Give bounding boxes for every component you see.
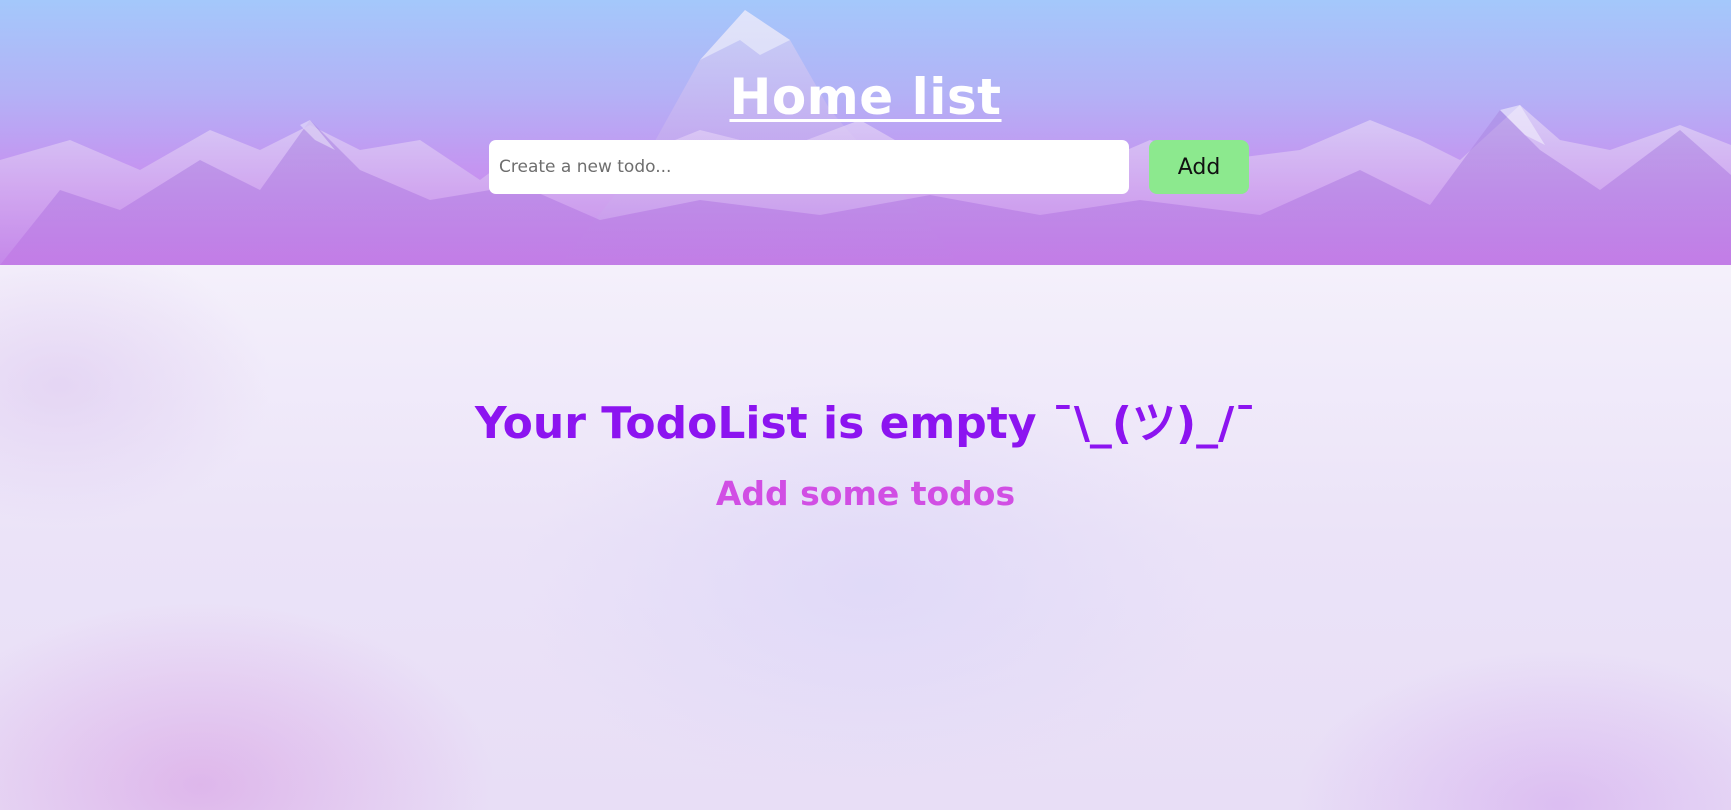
add-todo-button[interactable]: Add <box>1149 140 1249 194</box>
new-todo-input[interactable] <box>489 140 1129 194</box>
empty-state-subtitle: Add some todos <box>715 474 1016 513</box>
todo-list-area: Your TodoList is empty ¯\_(ツ)_/¯ Add som… <box>0 265 1731 810</box>
mountain-background-image <box>0 10 1731 265</box>
page-title: Home list <box>729 67 1002 126</box>
empty-state-title: Your TodoList is empty ¯\_(ツ)_/¯ <box>474 397 1257 449</box>
header-banner: Home list Add <box>0 0 1731 265</box>
